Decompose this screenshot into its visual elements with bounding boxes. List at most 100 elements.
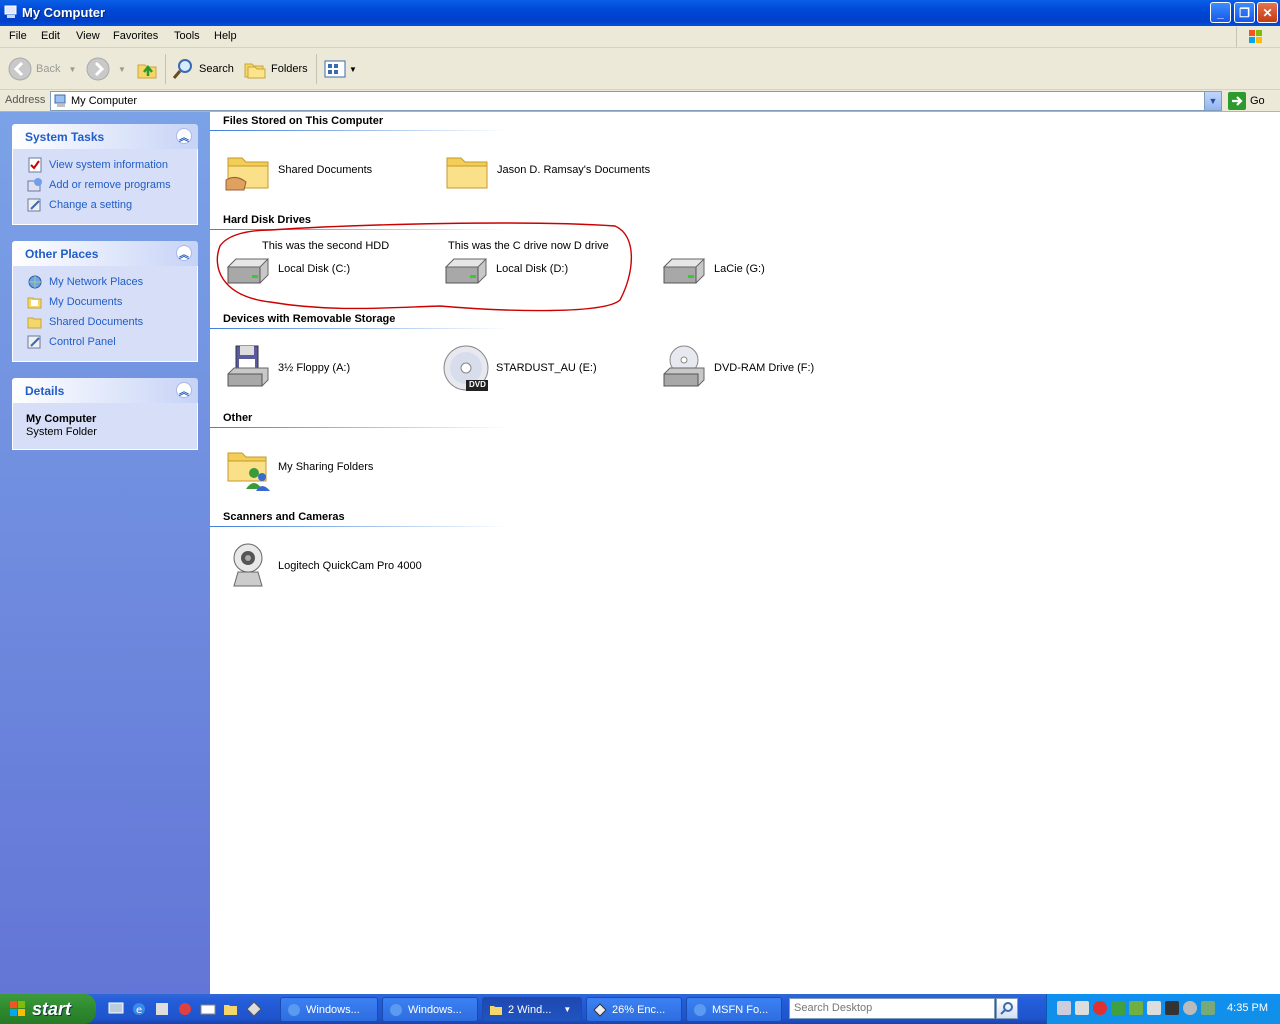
- my-network-places-link[interactable]: My Network Places: [27, 274, 143, 290]
- user-documents-item[interactable]: Jason D. Ramsay's Documents: [443, 146, 650, 194]
- menu-help[interactable]: Help: [214, 30, 237, 42]
- forward-dropdown-icon[interactable]: ▼: [118, 65, 126, 74]
- windows-logo-icon: [1236, 27, 1272, 47]
- menu-bar: File Edit View Favorites Tools Help: [0, 26, 1280, 48]
- tray-speaker-icon[interactable]: [1183, 1001, 1197, 1015]
- back-arrow-icon: [8, 57, 32, 81]
- address-label: Address: [5, 94, 46, 106]
- task-pane: System Tasks ︽ View system information A…: [0, 112, 210, 994]
- group-header-removable: Devices with Removable Storage: [223, 313, 396, 325]
- taskbar-button-windows-1[interactable]: Windows...: [280, 997, 378, 1022]
- minimize-icon: _: [1217, 5, 1224, 20]
- group-divider: [210, 427, 510, 428]
- forward-button[interactable]: ▼: [86, 56, 126, 82]
- start-button[interactable]: start: [0, 994, 96, 1024]
- up-folder-button[interactable]: [135, 56, 159, 82]
- sharing-folders-icon: [224, 443, 272, 491]
- restore-icon: ❐: [1239, 5, 1250, 20]
- folders-button[interactable]: Folders: [243, 56, 308, 82]
- search-icon: [172, 59, 192, 79]
- taskbar-button-windows-2[interactable]: Windows...: [382, 997, 478, 1022]
- collapse-chevron-icon[interactable]: ︽: [176, 382, 192, 398]
- address-bar: Address My Computer ▼ Go: [0, 90, 1280, 112]
- my-documents-link[interactable]: My Documents: [27, 294, 122, 310]
- floppy-drive-icon: [224, 344, 272, 392]
- add-remove-programs-icon: [27, 178, 42, 192]
- change-a-setting-link[interactable]: Change a setting: [27, 197, 132, 213]
- logitech-quickcam-item[interactable]: Logitech QuickCam Pro 4000: [224, 542, 422, 590]
- tray-alert-icon[interactable]: [1093, 1001, 1107, 1015]
- menu-favorites[interactable]: Favorites: [113, 30, 158, 42]
- title-bar[interactable]: My Computer _ ❐ ✕: [0, 0, 1280, 26]
- group-header-scanners: Scanners and Cameras: [223, 511, 345, 523]
- shared-folder-icon: [224, 146, 272, 194]
- quick-launch-media-icon[interactable]: [177, 1001, 193, 1017]
- collapse-chevron-icon[interactable]: ︽: [176, 128, 192, 144]
- tray-monitor-icon[interactable]: [1165, 1001, 1179, 1015]
- quick-launch-tool-icon[interactable]: [154, 1001, 170, 1017]
- tray-drive-icon[interactable]: [1075, 1001, 1089, 1015]
- other-places-header[interactable]: Other Places ︽: [12, 241, 198, 266]
- toolbar-separator: [316, 54, 317, 84]
- group-divider: [210, 130, 510, 131]
- view-system-information-link[interactable]: View system information: [27, 157, 168, 173]
- quick-launch-app-icon[interactable]: [246, 1001, 262, 1017]
- folders-icon: [244, 63, 266, 79]
- taskbar-button-encoder[interactable]: 26% Enc...: [586, 997, 682, 1022]
- maximize-button[interactable]: ❐: [1234, 2, 1255, 23]
- shared-documents-link[interactable]: Shared Documents: [27, 314, 143, 330]
- my-computer-icon: [4, 5, 17, 18]
- group-divider: [210, 328, 510, 329]
- folder-icon: [27, 317, 42, 329]
- floppy-a-item[interactable]: 3½ Floppy (A:): [224, 344, 350, 392]
- shared-documents-item[interactable]: Shared Documents: [224, 146, 372, 194]
- close-button[interactable]: ✕: [1257, 2, 1278, 23]
- quick-launch-ie-icon[interactable]: e: [131, 1001, 147, 1017]
- quick-launch-folder-icon[interactable]: [223, 1001, 239, 1017]
- tray-messenger-icon[interactable]: [1111, 1001, 1125, 1015]
- menu-edit[interactable]: Edit: [41, 30, 60, 42]
- system-tasks-header[interactable]: System Tasks ︽: [12, 124, 198, 149]
- views-button[interactable]: ▼: [323, 56, 357, 82]
- address-input[interactable]: My Computer ▼: [50, 91, 1222, 111]
- group-dropdown-icon: ▼: [563, 1005, 572, 1014]
- tray-network-icon[interactable]: [1057, 1001, 1071, 1015]
- folder-icon: [490, 1005, 502, 1015]
- search-desktop-input[interactable]: Search Desktop: [789, 998, 995, 1019]
- ie-icon: [288, 1003, 300, 1016]
- content-area: Files Stored on This Computer Shared Doc…: [210, 112, 1280, 994]
- up-folder-icon: [137, 64, 157, 79]
- search-icon: [1000, 1002, 1013, 1015]
- add-remove-programs-link[interactable]: Add or remove programs: [27, 177, 171, 193]
- forward-arrow-icon: [86, 57, 110, 81]
- address-dropdown-button[interactable]: ▼: [1204, 92, 1221, 110]
- go-button[interactable]: Go: [1228, 92, 1265, 110]
- menu-view[interactable]: View: [76, 30, 100, 42]
- tray-security-icon[interactable]: [1201, 1001, 1215, 1015]
- dvd-ram-f-item[interactable]: DVD-RAM Drive (F:): [660, 344, 814, 392]
- system-tray: 4:35 PM: [1046, 994, 1280, 1024]
- quick-launch-desktop-icon[interactable]: [108, 1001, 124, 1017]
- collapse-chevron-icon[interactable]: ︽: [176, 245, 192, 261]
- control-panel-link[interactable]: Control Panel: [27, 334, 116, 350]
- stardust-e-item[interactable]: DVD STARDUST_AU (E:): [442, 344, 597, 392]
- my-sharing-folders-item[interactable]: My Sharing Folders: [224, 443, 373, 491]
- tray-app-icon[interactable]: [1129, 1001, 1143, 1015]
- back-dropdown-icon[interactable]: ▼: [68, 65, 76, 74]
- details-header[interactable]: Details ︽: [12, 378, 198, 403]
- taskbar-button-msfn[interactable]: MSFN Fo...: [686, 997, 782, 1022]
- menu-tools[interactable]: Tools: [174, 30, 200, 42]
- lacie-g-item[interactable]: LaCie (G:): [660, 245, 765, 293]
- tray-search-icon[interactable]: [1147, 1001, 1161, 1015]
- system-info-icon: [28, 157, 42, 173]
- menu-file[interactable]: File: [9, 30, 27, 42]
- taskbar-button-explorer-group[interactable]: 2 Wind... ▼: [482, 997, 582, 1022]
- back-button[interactable]: Back ▼: [8, 56, 76, 82]
- encoder-icon: [593, 1002, 607, 1017]
- close-icon: ✕: [1262, 5, 1273, 20]
- search-desktop-button[interactable]: [996, 998, 1018, 1019]
- quick-launch-mail-icon[interactable]: [200, 1001, 216, 1017]
- search-button[interactable]: Search: [171, 56, 234, 82]
- minimize-button[interactable]: _: [1210, 2, 1231, 23]
- svg-text:e: e: [136, 1005, 142, 1016]
